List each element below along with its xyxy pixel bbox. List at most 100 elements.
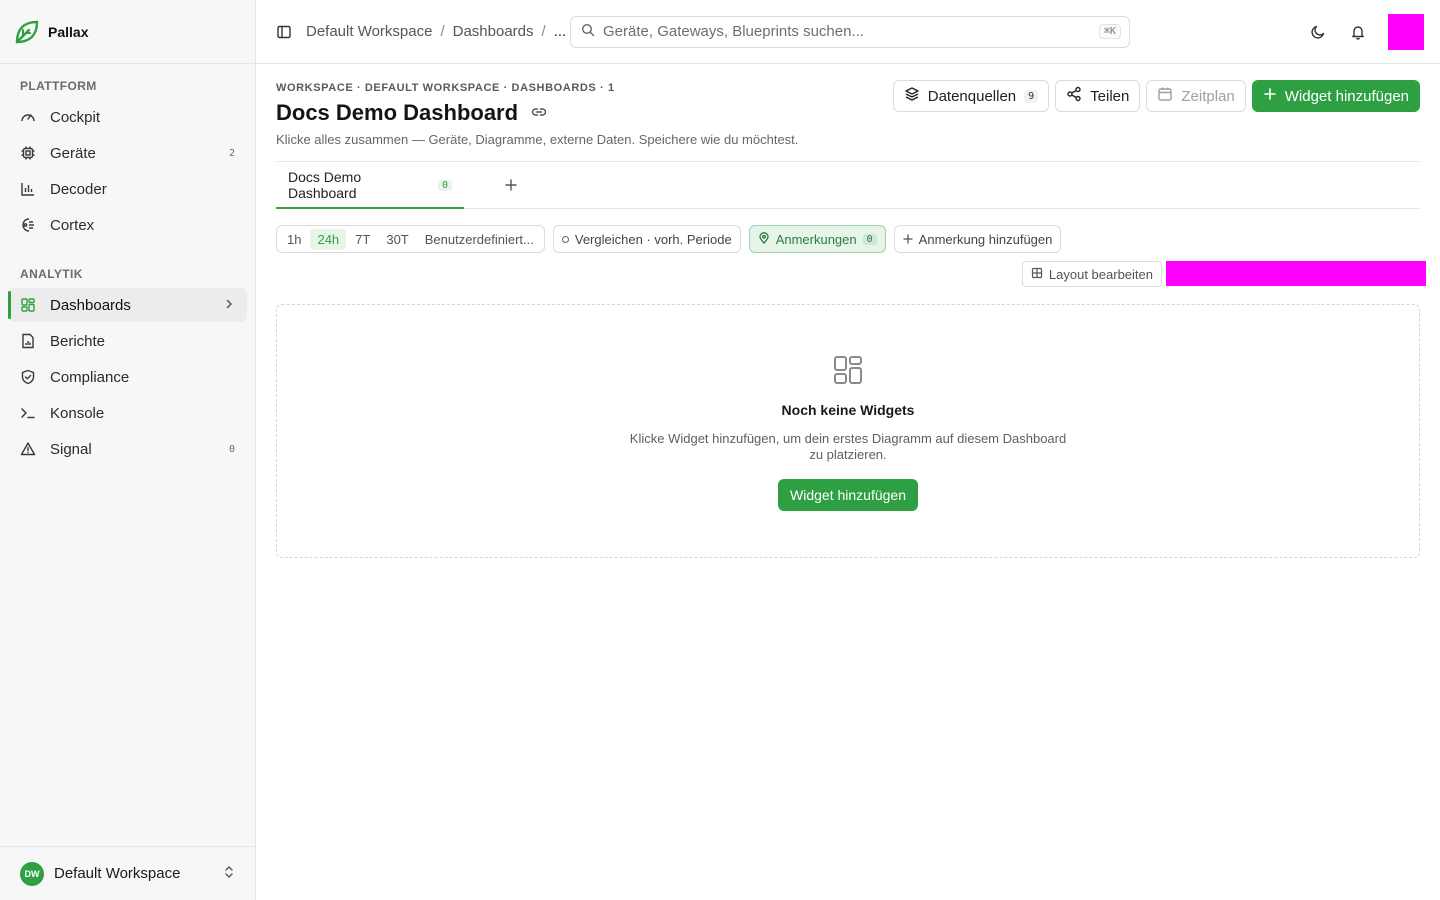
table-grid-icon	[1031, 267, 1043, 282]
sidebar-item-berichte[interactable]: Berichte	[8, 324, 247, 358]
sidebar-item-badge: 0	[228, 443, 235, 455]
datasources-label: Datenquellen	[927, 87, 1017, 105]
sidebar-item-label: Cortex	[50, 216, 95, 234]
sidebar-item-dashboards[interactable]: Dashboards	[8, 288, 247, 322]
dashboard-tabs: Docs Demo Dashboard 0	[276, 162, 1420, 209]
brain-icon	[20, 217, 36, 233]
add-annotation-chip[interactable]: Anmerkung hinzufügen	[893, 225, 1062, 253]
breadcrumb-separator: /	[440, 23, 445, 40]
redacted-block	[1166, 261, 1426, 286]
topbar-actions	[1308, 13, 1424, 50]
add-widget-button[interactable]: Widget hinzufügen	[1251, 80, 1420, 112]
sidebar-item-decoder[interactable]: Decoder	[8, 172, 247, 206]
empty-state: Noch keine Widgets Klicke Widget hinzufü…	[276, 304, 1420, 558]
sidebar-item-cockpit[interactable]: Cockpit	[8, 100, 247, 134]
annotations-label: Anmerkungen	[775, 231, 857, 247]
terminal-icon	[20, 405, 36, 421]
search-icon	[581, 23, 595, 40]
share-button[interactable]: Teilen	[1055, 80, 1141, 112]
sidebar-item-label: Cockpit	[50, 108, 101, 126]
moon-icon[interactable]	[1308, 22, 1328, 42]
title-line: Docs Demo Dashboard	[276, 100, 798, 126]
breadcrumb-workspace[interactable]: Default Workspace	[306, 23, 432, 40]
tab-label: Docs Demo Dashboard	[288, 169, 362, 201]
header-actions: Datenquellen 9 Teilen Zeitplan Widget hi…	[892, 80, 1420, 112]
grid-icon	[20, 297, 36, 313]
time-range-selector: 1h 24h 7T 30T Benutzerdefiniert...	[276, 225, 545, 253]
breadcrumb: Default Workspace / Dashboards / ...	[306, 23, 570, 40]
add-tab-icon[interactable]	[464, 162, 532, 208]
sidebar-nav: PLATTFORM Cockpit Geräte 2 Decoder Corte…	[0, 64, 255, 846]
search-box[interactable]: ⌘K	[570, 15, 1130, 48]
nav-list-analytik: Dashboards Berichte Compliance Konsole S…	[0, 282, 255, 472]
dashboard-grid-icon	[833, 355, 863, 388]
nav-list-plattform: Cockpit Geräte 2 Decoder Cortex	[0, 94, 255, 248]
chevron-right-icon	[223, 297, 235, 314]
chip-icon	[20, 145, 36, 161]
empty-state-description: Klicke Widget hinzufügen, um dein erstes…	[629, 431, 1067, 462]
map-pin-icon	[758, 231, 770, 247]
datasources-button[interactable]: Datenquellen 9	[892, 80, 1050, 112]
sidebar-toggle-icon[interactable]	[274, 22, 294, 42]
topbar: Default Workspace / Dashboards / ... ⌘K	[256, 0, 1440, 64]
plus-icon	[1263, 87, 1277, 105]
workspace-name: Default Workspace	[54, 865, 181, 882]
datasources-count: 9	[1024, 89, 1039, 103]
user-avatar[interactable]	[1388, 13, 1424, 50]
range-7t[interactable]: 7T	[348, 229, 377, 250]
shield-check-icon	[20, 369, 36, 385]
range-1h[interactable]: 1h	[280, 229, 308, 250]
alert-triangle-icon	[20, 441, 36, 457]
breadcrumb-dashboards[interactable]: Dashboards	[453, 23, 534, 40]
annotations-chip[interactable]: Anmerkungen 0	[748, 225, 886, 253]
empty-add-widget-button[interactable]: Widget hinzufügen	[778, 479, 918, 511]
range-30t[interactable]: 30T	[379, 229, 415, 250]
sidebar-item-label: Dashboards	[50, 296, 131, 314]
dashboard-content: WORKSPACE · DEFAULT WORKSPACE · DASHBOAR…	[256, 64, 1440, 558]
breadcrumb-current[interactable]: ...	[554, 23, 567, 40]
sidebar-item-label: Konsole	[50, 404, 105, 422]
schedule-button[interactable]: Zeitplan	[1146, 80, 1246, 112]
bell-icon[interactable]	[1348, 22, 1368, 42]
pallax-logo-icon	[14, 19, 40, 45]
workspace-avatar: DW	[20, 861, 44, 886]
brand-name: Pallax	[48, 23, 89, 40]
sidebar-item-geraete[interactable]: Geräte 2	[8, 136, 247, 170]
calendar-icon	[1157, 86, 1173, 106]
sidebar-item-badge: 2	[228, 147, 235, 159]
sidebar-item-cortex[interactable]: Cortex	[8, 208, 247, 242]
sidebar-item-label: Geräte	[50, 144, 96, 162]
nav-section-plattform: PLATTFORM	[20, 79, 97, 93]
breadcrumb-separator: /	[541, 23, 546, 40]
layers-icon	[904, 86, 920, 106]
tab-count: 0	[437, 179, 452, 191]
plus-icon	[903, 232, 913, 247]
edit-layout-button[interactable]: Layout bearbeiten	[1021, 261, 1162, 287]
nav-section-analytik: ANALYTIK	[20, 267, 83, 281]
compare-chip[interactable]: Vergleichen · vorh. Periode	[552, 225, 741, 253]
dashboard-subtitle: Klicke alles zusammen — Geräte, Diagramm…	[276, 132, 799, 147]
link-icon[interactable]	[530, 103, 548, 124]
add-annotation-label: Anmerkung hinzufügen	[918, 231, 1053, 247]
sidebar-item-signal[interactable]: Signal 0	[8, 432, 247, 466]
layout-toolbar: Layout bearbeiten	[276, 261, 1426, 287]
sidebar-item-konsole[interactable]: Konsole	[8, 396, 247, 430]
share-icon	[1066, 86, 1082, 106]
search-input[interactable]	[603, 23, 1091, 40]
filter-bar: 1h 24h 7T 30T Benutzerdefiniert... Vergl…	[276, 225, 1420, 253]
bar-chart-icon	[20, 181, 36, 197]
range-custom[interactable]: Benutzerdefiniert...	[418, 229, 541, 250]
sidebar-item-compliance[interactable]: Compliance	[8, 360, 247, 394]
tab-docs-demo-dashboard[interactable]: Docs Demo Dashboard 0	[276, 163, 464, 209]
workspace-switcher[interactable]: DW Default Workspace	[0, 846, 255, 900]
schedule-label: Zeitplan	[1181, 87, 1235, 105]
sidebar-item-label: Signal	[50, 440, 92, 458]
dashboard-heading: WORKSPACE · DEFAULT WORKSPACE · DASHBOAR…	[276, 80, 798, 147]
main-area: Default Workspace / Dashboards / ... ⌘K	[256, 0, 1440, 900]
page-title: Docs Demo Dashboard	[276, 100, 519, 125]
search-shortcut: ⌘K	[1098, 24, 1121, 39]
app-root: Pallax PLATTFORM Cockpit Geräte 2 Decode…	[0, 0, 1440, 900]
range-24h[interactable]: 24h	[310, 228, 347, 250]
brand[interactable]: Pallax	[0, 0, 255, 64]
edit-layout-label: Layout bearbeiten	[1048, 266, 1153, 282]
